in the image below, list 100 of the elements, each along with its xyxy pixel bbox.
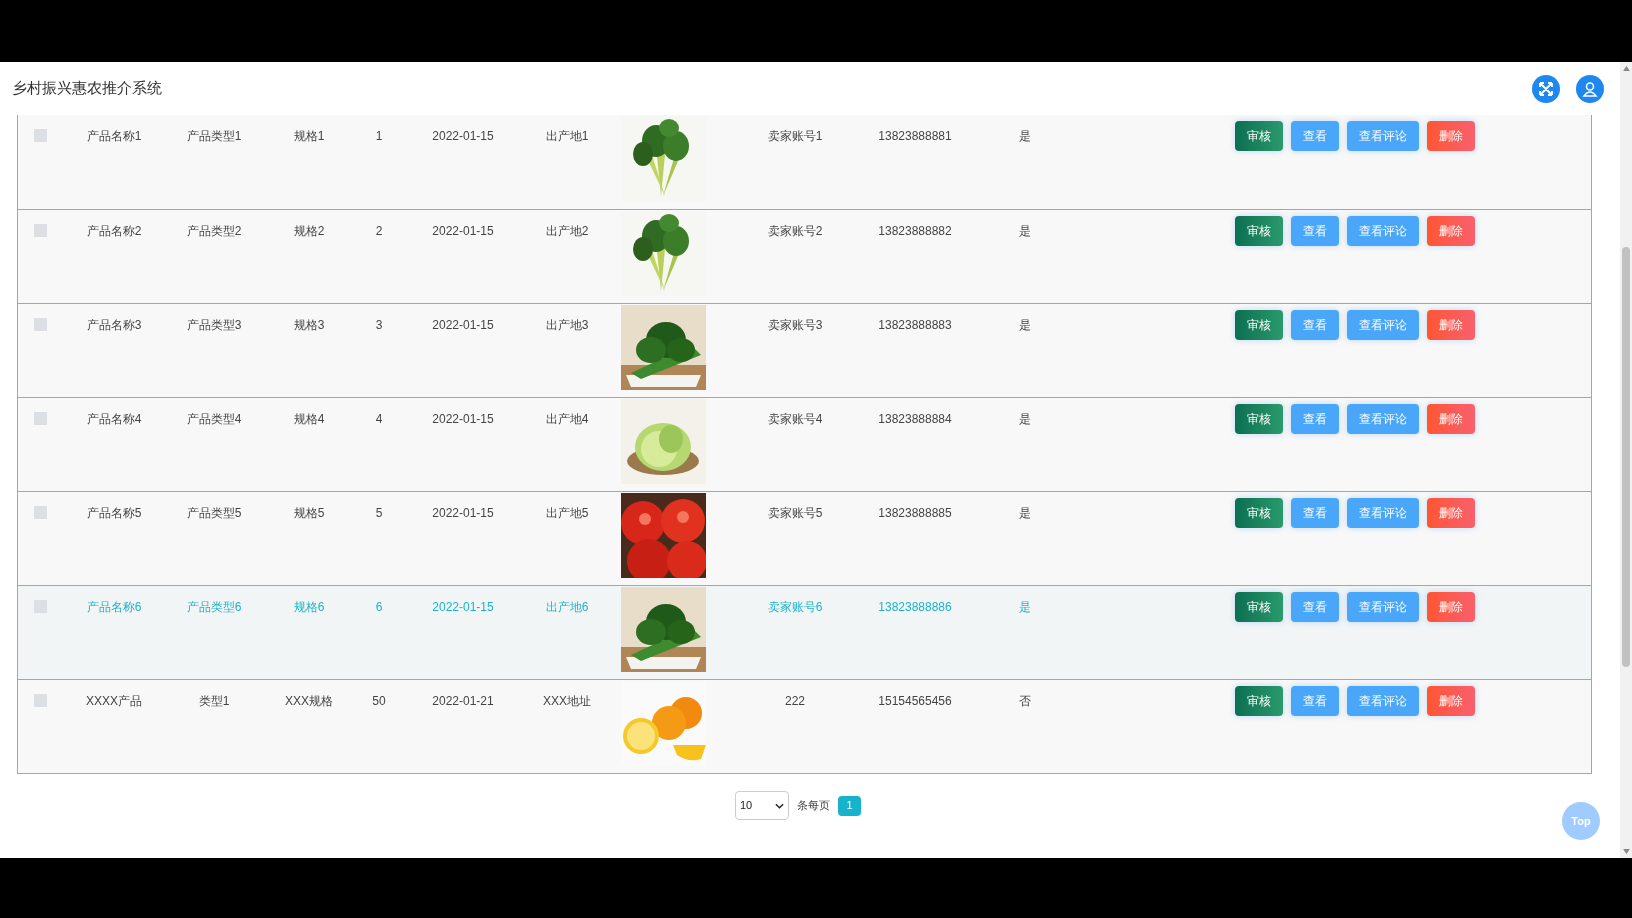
table-cell-text: 13823888882 [877, 223, 953, 240]
table-cell-text: 2 [374, 223, 384, 240]
table-cell-text: 2022-01-21 [431, 693, 495, 710]
table-cell-text: 2022-01-15 [431, 599, 495, 616]
table-cell-text: 规格6 [292, 599, 326, 616]
view-comments-button[interactable]: 查看评论 [1347, 121, 1419, 151]
row-checkbox[interactable] [33, 129, 47, 142]
fullscreen-button[interactable] [1532, 74, 1560, 103]
table-cell-text: 222 [784, 693, 806, 710]
delete-button[interactable]: 删除 [1427, 216, 1475, 246]
table-cell-text: 6 [374, 599, 384, 616]
review-button[interactable]: 审核 [1235, 310, 1283, 340]
view-comments-button[interactable]: 查看评论 [1347, 686, 1419, 716]
table-cell-text: XXX规格 [284, 693, 334, 710]
review-button[interactable]: 审核 [1235, 121, 1283, 151]
table-cell-text: 5 [374, 505, 384, 522]
table-cell-text: 3 [374, 317, 384, 334]
view-comments-button[interactable]: 查看评论 [1347, 404, 1419, 434]
expand-icon [1538, 80, 1554, 97]
view-button[interactable]: 查看 [1291, 121, 1339, 151]
user-icon [1582, 80, 1598, 97]
view-comments-button[interactable]: 查看评论 [1347, 310, 1419, 340]
table-cell-text: 规格4 [292, 411, 326, 428]
table-cell-text: 卖家账号5 [766, 505, 824, 522]
view-comments-button[interactable]: 查看评论 [1347, 498, 1419, 528]
review-button[interactable]: 审核 [1235, 498, 1283, 528]
table-cell-text: 1 [374, 128, 384, 145]
table-cell-text: 产品类型5 [185, 505, 243, 522]
table-cell-text: 卖家账号4 [766, 411, 824, 428]
table-cell-text: 4 [374, 411, 384, 428]
delete-button[interactable]: 删除 [1427, 121, 1475, 151]
back-to-top-button[interactable]: Top [1562, 802, 1600, 840]
delete-button[interactable]: 删除 [1427, 404, 1475, 434]
table-cell-text: 产品类型4 [185, 411, 243, 428]
view-button[interactable]: 查看 [1291, 592, 1339, 622]
table-cell-text: 出产地3 [544, 317, 590, 334]
row-checkbox[interactable] [33, 412, 47, 425]
table-cell-text: 是 [1018, 317, 1032, 334]
page-button[interactable]: 1 [838, 795, 861, 816]
table-row[interactable]: XXXX产品 类型1 XXX规格 50 2022-01-21 XXX地址 222 15154565456 否 审核 查看 查看评论 删除 [18, 679, 1591, 773]
table-cell-text: 出产地6 [544, 599, 590, 616]
review-button[interactable]: 审核 [1235, 592, 1283, 622]
delete-button[interactable]: 删除 [1427, 592, 1475, 622]
view-button[interactable]: 查看 [1291, 216, 1339, 246]
table-cell-text: 类型1 [197, 693, 231, 710]
table-cell-text: 50 [371, 693, 387, 710]
table-row[interactable]: 产品名称3 产品类型3 规格3 3 2022-01-15 出产地3 卖家账号3 13823888883 是 审核 查看 查看评论 删除 [18, 303, 1591, 397]
row-checkbox[interactable] [33, 224, 47, 237]
view-button[interactable]: 查看 [1291, 498, 1339, 528]
table-cell-text: 产品名称3 [85, 317, 143, 334]
review-button[interactable]: 审核 [1235, 404, 1283, 434]
row-checkbox[interactable] [33, 694, 47, 707]
view-comments-button[interactable]: 查看评论 [1347, 592, 1419, 622]
table-cell-text: 规格5 [292, 505, 326, 522]
table-cell-text: 2022-01-15 [431, 317, 495, 334]
table-cell-text: 产品名称6 [85, 599, 143, 616]
view-comments-button[interactable]: 查看评论 [1347, 216, 1419, 246]
table-cell-text: 2022-01-15 [431, 223, 495, 240]
table-cell-text: 规格1 [292, 128, 326, 145]
table-cell-text: 是 [1018, 411, 1032, 428]
table-cell-text: 2022-01-15 [431, 128, 495, 145]
table-cell-text: 产品类型2 [185, 223, 243, 240]
table-cell-text: 卖家账号3 [766, 317, 824, 334]
review-button[interactable]: 审核 [1235, 686, 1283, 716]
user-button[interactable] [1576, 74, 1604, 103]
delete-button[interactable]: 删除 [1427, 310, 1475, 340]
table-cell-text: 出产地4 [544, 411, 590, 428]
table-cell-text: 产品类型6 [185, 599, 243, 616]
table-cell-text: 产品名称4 [85, 411, 143, 428]
table-cell-text: 是 [1018, 223, 1032, 240]
view-button[interactable]: 查看 [1291, 310, 1339, 340]
table-cell-text: 产品类型3 [185, 317, 243, 334]
row-checkbox[interactable] [33, 506, 47, 519]
table-cell-text: 产品名称5 [85, 505, 143, 522]
table-cell-text: 2022-01-15 [431, 411, 495, 428]
table-cell-text: 2022-01-15 [431, 505, 495, 522]
row-checkbox[interactable] [33, 318, 47, 331]
table-cell-text: 规格3 [292, 317, 326, 334]
table-row[interactable]: 产品名称1 产品类型1 规格1 1 2022-01-15 出产地1 卖家账号1 13823888881 是 审核 查看 查看评论 删除 [18, 115, 1591, 209]
table-cell-text: 出产地5 [544, 505, 590, 522]
delete-button[interactable]: 删除 [1427, 686, 1475, 716]
view-button[interactable]: 查看 [1291, 686, 1339, 716]
scroll-up-icon [1622, 66, 1630, 71]
review-button[interactable]: 审核 [1235, 216, 1283, 246]
table-row[interactable]: 产品名称6 产品类型6 规格6 6 2022-01-15 出产地6 卖家账号6 13823888886 是 审核 查看 查看评论 删除 [18, 585, 1591, 679]
table-row[interactable]: 产品名称4 产品类型4 规格4 4 2022-01-15 出产地4 卖家账号4 13823888884 是 审核 查看 查看评论 删除 [18, 397, 1591, 491]
table-row[interactable]: 产品名称2 产品类型2 规格2 2 2022-01-15 出产地2 卖家账号2 13823888882 是 审核 查看 查看评论 删除 [18, 209, 1591, 303]
table-cell-text: 产品名称2 [85, 223, 143, 240]
table-row[interactable]: 产品名称5 产品类型5 规格5 5 2022-01-15 出产地5 卖家账号5 13823888885 是 审核 查看 查看评论 删除 [18, 491, 1591, 585]
table-cell-text: XXXX产品 [85, 693, 143, 710]
page-size-select[interactable]: 10 [735, 791, 789, 820]
table-cell-text: 13823888883 [877, 317, 953, 334]
table-cell-text: 卖家账号2 [766, 223, 824, 240]
delete-button[interactable]: 删除 [1427, 498, 1475, 528]
table-cell-text: XXX地址 [542, 693, 592, 710]
caret-icon [775, 802, 784, 809]
table-cell-text: 产品名称1 [85, 128, 143, 145]
table-cell-text: 15154565456 [877, 693, 953, 710]
table-cell-text: 是 [1018, 505, 1032, 522]
view-button[interactable]: 查看 [1291, 404, 1339, 434]
